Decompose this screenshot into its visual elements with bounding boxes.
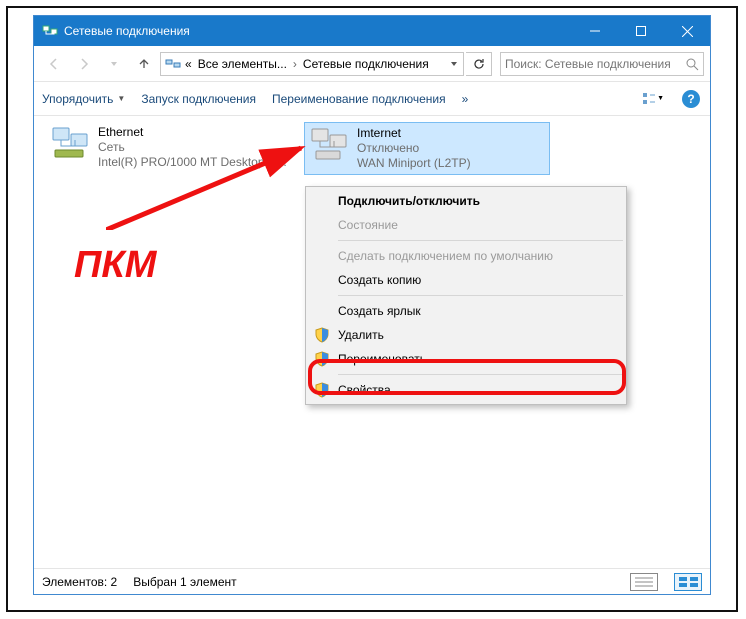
search-icon [685, 57, 699, 71]
connection-device: Intel(R) PRO/1000 MT Desktop Ad... [98, 155, 288, 170]
maximize-button[interactable] [618, 16, 664, 46]
context-menu: Подключить/отключить Состояние Сделать п… [305, 186, 627, 405]
status-selected: Выбран 1 элемент [133, 575, 236, 589]
menu-properties[interactable]: Свойства [308, 378, 624, 402]
search-input[interactable] [505, 57, 685, 71]
view-options-button[interactable]: ▼ [642, 88, 664, 110]
recent-dropdown[interactable] [100, 50, 128, 78]
shield-icon [314, 327, 330, 343]
search-box[interactable] [500, 52, 704, 76]
chevron-right-icon: › [291, 57, 299, 71]
dropdown-icon: ▼ [117, 94, 125, 103]
menu-rename[interactable]: Переименовать [308, 347, 624, 371]
view-details-button[interactable] [630, 573, 658, 591]
back-button[interactable] [40, 50, 68, 78]
breadcrumb-part1[interactable]: Все элементы... [196, 57, 289, 71]
statusbar: Элементов: 2 Выбран 1 элемент [34, 568, 710, 594]
breadcrumb-part2[interactable]: Сетевые подключения [301, 57, 431, 71]
address-expand-icon[interactable] [449, 59, 459, 69]
forward-button[interactable] [70, 50, 98, 78]
help-button[interactable]: ? [680, 88, 702, 110]
address-bar[interactable]: « Все элементы... › Сетевые подключения [160, 52, 464, 76]
up-button[interactable] [130, 50, 158, 78]
connection-name: Ethernet [98, 125, 288, 140]
location-icon [165, 56, 181, 72]
connection-item-ethernet[interactable]: Ethernet Сеть Intel(R) PRO/1000 MT Deskt… [46, 122, 292, 173]
status-item-count: Элементов: 2 [42, 575, 117, 589]
minimize-button[interactable] [572, 16, 618, 46]
window-title: Сетевые подключения [64, 24, 572, 38]
annotation-label: ПКМ [74, 244, 156, 287]
connection-status: Сеть [98, 140, 288, 155]
close-button[interactable] [664, 16, 710, 46]
connection-item-internet[interactable]: Imternet Отключено WAN Miniport (L2TP) [304, 122, 550, 175]
organize-button[interactable]: Упорядочить▼ [42, 92, 125, 106]
connection-device: WAN Miniport (L2TP) [357, 156, 471, 171]
view-large-icons-button[interactable] [674, 573, 702, 591]
menu-connect[interactable]: Подключить/отключить [308, 189, 624, 213]
toolbar: Упорядочить▼ Запуск подключения Переимен… [34, 82, 710, 116]
rename-connection-button[interactable]: Переименование подключения [272, 92, 446, 106]
titlebar: Сетевые подключения [34, 16, 710, 46]
menu-set-default: Сделать подключением по умолчанию [308, 244, 624, 268]
connection-status: Отключено [357, 141, 471, 156]
menu-create-copy[interactable]: Создать копию [308, 268, 624, 292]
network-adapter-icon [50, 125, 92, 163]
menu-status: Состояние [308, 213, 624, 237]
app-icon [42, 23, 58, 39]
menu-create-shortcut[interactable]: Создать ярлык [308, 299, 624, 323]
shield-icon [314, 351, 330, 367]
connection-name: Imternet [357, 126, 471, 141]
start-connection-button[interactable]: Запуск подключения [141, 92, 256, 106]
menu-delete[interactable]: Удалить [308, 323, 624, 347]
navbar: « Все элементы... › Сетевые подключения [34, 46, 710, 82]
more-chevron[interactable]: » [462, 92, 469, 106]
refresh-button[interactable] [466, 52, 492, 76]
shield-icon [314, 382, 330, 398]
network-adapter-icon [309, 126, 351, 164]
breadcrumb-prefix: « [183, 57, 194, 71]
